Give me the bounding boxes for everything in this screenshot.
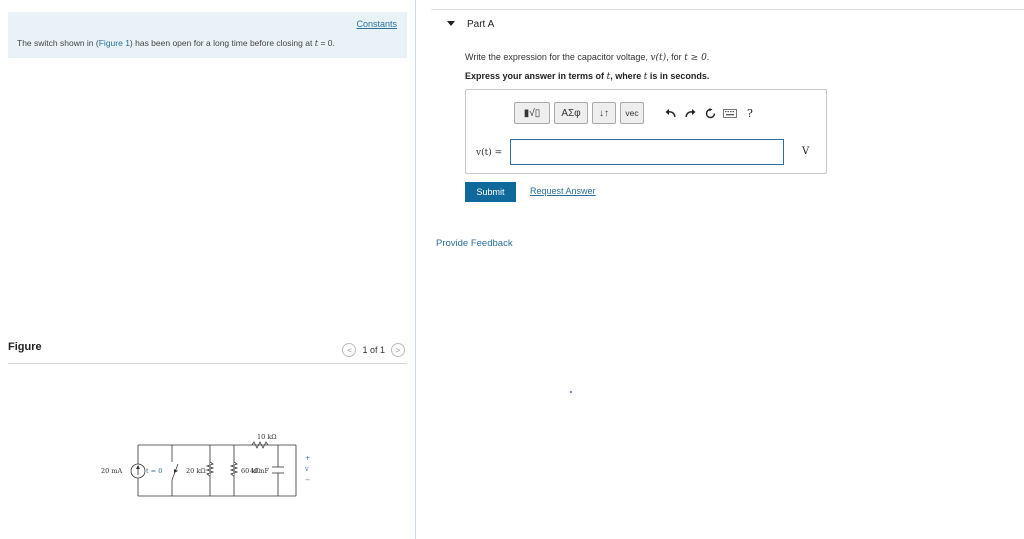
undo-icon[interactable] xyxy=(662,105,678,121)
provide-feedback-link[interactable]: Provide Feedback xyxy=(436,238,513,249)
constants-link[interactable]: Constants xyxy=(356,19,397,29)
math-toolbar: ▮√▯ ΑΣφ ↓↑ vec ? xyxy=(514,102,758,124)
capacitor-label: 40 nF xyxy=(250,467,270,475)
figure-header: Figure < 1 of 1 > xyxy=(8,340,407,364)
chevron-right-icon: > xyxy=(395,345,401,355)
problem-panel: Constants The switch shown in (Figure 1)… xyxy=(0,0,416,539)
voltage-label: v xyxy=(304,465,309,473)
answer-panel: Part A Write the expression for the capa… xyxy=(417,0,1024,539)
edit-tools: ? xyxy=(662,105,758,121)
question-text: Write the expression for the capacitor v… xyxy=(465,52,710,63)
figure-pager: < 1 of 1 > xyxy=(342,343,405,357)
answer-box: ▮√▯ ΑΣφ ↓↑ vec ? v(t) = V xyxy=(465,89,827,174)
resistor-10k-label: 10 kΩ xyxy=(257,433,277,441)
switch-label: t = 0 xyxy=(146,467,162,475)
problem-statement-box: Constants The switch shown in (Figure 1)… xyxy=(8,12,407,58)
resistor-20k-label: 20 kΩ xyxy=(186,467,206,475)
keyboard-icon[interactable] xyxy=(722,105,738,121)
vec-icon: vec xyxy=(625,108,639,118)
help-icon[interactable]: ? xyxy=(742,105,758,121)
answer-instruction: Express your answer in terms of t, where… xyxy=(465,71,710,82)
caret-down-icon xyxy=(447,21,455,26)
chevron-left-icon: < xyxy=(347,345,352,355)
greek-symbols-button[interactable]: ΑΣφ xyxy=(554,102,588,124)
circuit-diagram: 20 mA t = 0 20 kΩ 10 kΩ 60 kΩ 40 nF + v … xyxy=(101,433,310,497)
answer-variable-label: v(t) = xyxy=(476,148,503,158)
next-figure-button[interactable]: > xyxy=(391,343,405,357)
submit-button[interactable]: Submit xyxy=(465,182,516,202)
figure-title: Figure xyxy=(8,341,42,353)
templates-icon: ▮√▯ xyxy=(523,107,541,119)
source-label: 20 mA xyxy=(101,467,123,475)
templates-button[interactable]: ▮√▯ xyxy=(514,102,550,124)
vector-button[interactable]: vec xyxy=(620,102,644,124)
unit-label: V xyxy=(802,146,810,157)
arrows-button[interactable]: ↓↑ xyxy=(592,102,616,124)
arrows-icon: ↓↑ xyxy=(599,107,609,119)
redo-icon[interactable] xyxy=(682,105,698,121)
figure-link[interactable]: Figure 1 xyxy=(99,38,130,48)
answer-input[interactable] xyxy=(510,139,784,165)
request-answer-link[interactable]: Request Answer xyxy=(530,186,596,196)
problem-text: The switch shown in (Figure 1) has been … xyxy=(17,38,335,49)
pager-count: 1 of 1 xyxy=(362,345,385,355)
greek-icon: ΑΣφ xyxy=(561,107,581,119)
voltage-minus-label: − xyxy=(305,476,310,484)
voltage-plus-label: + xyxy=(305,454,310,462)
part-title: Part A xyxy=(467,19,495,30)
part-a-header[interactable]: Part A xyxy=(431,9,1024,33)
reset-icon[interactable] xyxy=(702,105,718,121)
previous-figure-button[interactable]: < xyxy=(342,343,357,357)
cursor-dot xyxy=(570,391,572,393)
